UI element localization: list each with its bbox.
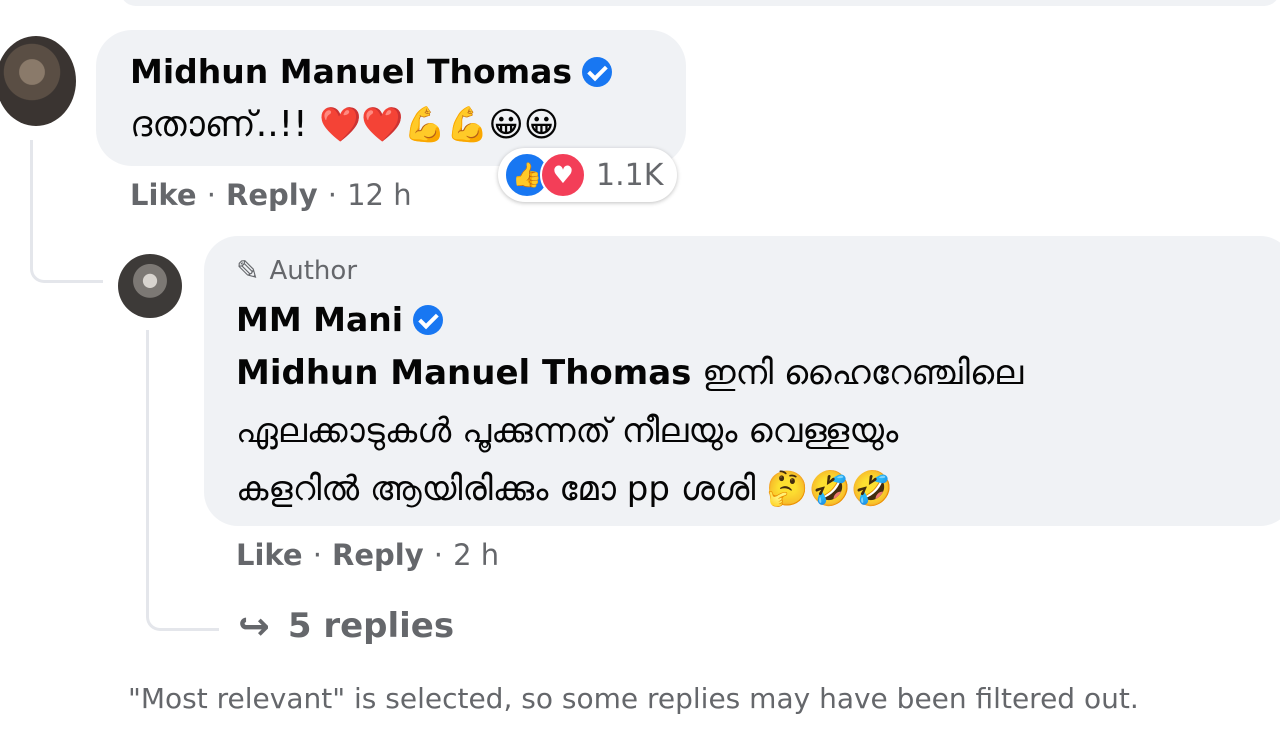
reaction-count: 1.1K: [596, 157, 664, 193]
author-name-text[interactable]: Midhun Manuel Thomas: [130, 52, 572, 91]
comment-author[interactable]: Midhun Manuel Thomas: [130, 52, 612, 91]
previous-comment-bubble-edge: [120, 0, 1280, 6]
reply-text-line-2: ഏലക്കാടുകൾ പൂക്കുന്നത് നീലയും വെള്ളയും: [236, 402, 1276, 460]
separator: ·: [433, 538, 443, 572]
thread-connector: [30, 140, 103, 283]
reply-text: ഇനി ഹൈറേഞ്ചിലെ: [691, 353, 1024, 393]
reply-text: ഏലക്കാടുകൾ പൂക്കുന്നത് നീലയും വെള്ളയും: [236, 411, 899, 451]
verified-badge-icon: [582, 56, 612, 87]
avatar[interactable]: [118, 254, 182, 318]
reaction-summary[interactable]: 👍 ♥ 1.1K: [498, 148, 678, 202]
reply-text-line-3: കളറിൽ ആയിരിക്കും മോ pp ശശി 🤔🤣🤣: [236, 460, 1276, 518]
verified-badge-icon: [413, 304, 444, 335]
reply-actions: Like · Reply · 2 h: [236, 538, 499, 572]
comment-emojis: ❤️❤️💪💪😀😀: [319, 105, 560, 145]
separator: ·: [312, 538, 322, 572]
like-button[interactable]: Like: [236, 538, 303, 572]
reply-author[interactable]: MM Mani: [236, 300, 444, 339]
love-icon: ♥: [540, 152, 586, 198]
timestamp[interactable]: 2 h: [453, 538, 499, 572]
replies-count-label[interactable]: 5 replies: [288, 606, 454, 646]
reply-text: കളറിൽ ആയിരിക്കും മോ pp ശശി: [236, 469, 756, 509]
timestamp[interactable]: 12 h: [347, 178, 412, 212]
pencil-icon: ✎: [236, 254, 260, 287]
reply-button[interactable]: Reply: [332, 538, 424, 572]
author-badge-label: Author: [269, 255, 358, 286]
reply-arrow-icon: ↪: [238, 604, 270, 648]
mention-link[interactable]: Midhun Manuel Thomas: [236, 353, 691, 393]
reply-emojis: 🤔🤣🤣: [766, 469, 894, 509]
comment-body: ദതാണ്..!!: [130, 104, 308, 145]
separator: ·: [206, 178, 216, 212]
reply-text-line-1: Midhun Manuel Thomas ഇനി ഹൈറേഞ്ചിലെ: [236, 344, 1276, 402]
reply-button[interactable]: Reply: [226, 178, 318, 212]
author-name-text[interactable]: MM Mani: [236, 300, 403, 339]
like-button[interactable]: Like: [130, 178, 197, 212]
comment-text: ദതാണ്..!! ❤️❤️💪💪😀😀: [130, 104, 559, 146]
avatar[interactable]: [0, 36, 76, 126]
author-badge: ✎ Author: [236, 254, 357, 287]
comment-actions: Like · Reply · 12 h: [130, 178, 412, 212]
filter-note: "Most relevant" is selected, so some rep…: [128, 682, 1139, 715]
separator: ·: [327, 178, 337, 212]
view-replies-link[interactable]: ↪ 5 replies: [238, 604, 454, 648]
